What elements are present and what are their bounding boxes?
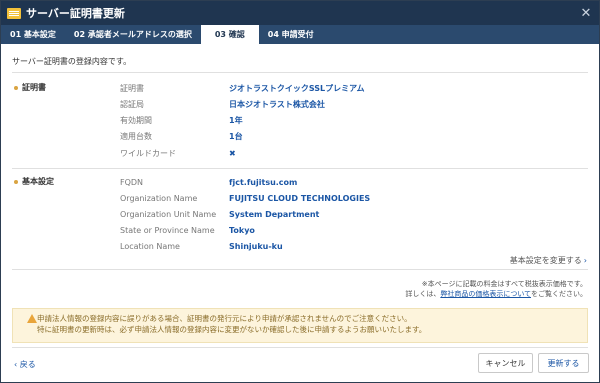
detail-value: FUJITSU CLOUD TECHNOLOGIES [229,193,371,203]
update-button[interactable]: 更新する [538,353,589,373]
warning-box: 申請法人情報の登録内容に誤りがある場合、証明書の発行元により申請が承認されません… [12,308,588,343]
cancel-button[interactable]: キャンセル [478,353,533,373]
chevron-right-icon: › [583,256,587,265]
detail-key: Organization Name [120,193,198,203]
detail-value: ジオトラストクイックSSLプレミアム [229,83,365,93]
detail-key: 認証局 [120,99,144,109]
detail-row-org-unit: Organization Unit Name System Department [120,208,319,220]
warning-line2: 特に証明書の更新時は、必ず申請法人情報の登録内容に変更がないか確認した後に申請す… [37,325,427,334]
price-note-line2: 詳しくは、弊社商品の価格表示についてをご覧ください。 [405,289,587,299]
change-basic-settings-link[interactable]: 基本設定を変更する › [510,255,587,266]
certificate-renewal-dialog: サーバー証明書更新 ✕ 01 基本設定 02 承認者メールアドレスの選択 03 … [0,0,600,383]
close-icon[interactable]: ✕ [579,6,593,21]
section-label-basic: 基本設定 [14,176,54,187]
detail-key: 有効期間 [120,115,152,125]
cross-icon: ✖ [229,148,236,158]
divider [12,269,588,270]
back-link[interactable]: ‹ 戻る [14,359,36,370]
warning-line1: 申請法人情報の登録内容に誤りがある場合、証明書の発行元により申請が承認されません… [37,314,412,323]
tab-application-received[interactable]: 04 申請受付 [259,25,323,44]
detail-value: System Department [229,209,320,219]
section-label-text: 基本設定 [22,177,54,186]
detail-row-org-name: Organization Name FUJITSU CLOUD TECHNOLO… [120,192,370,204]
detail-row-state: State or Province Name Tokyo [120,224,255,236]
certificate-icon [7,7,21,19]
change-link-label: 基本設定を変更する [509,256,582,265]
bullet-icon [14,179,18,184]
detail-row-wildcard: ワイルドカード ✖ [120,147,236,159]
detail-value: fjct.fujitsu.com [229,177,298,187]
divider [12,347,588,348]
warning-icon [27,314,37,323]
tab-basic-settings[interactable]: 01 基本設定 [1,25,65,44]
detail-value: Shinjuku-ku [229,241,283,251]
detail-row-validity: 有効期間 1年 [120,114,243,126]
detail-key: Organization Unit Name [120,209,217,219]
price-display-link[interactable]: 弊社商品の価格表示について [440,290,531,298]
price-note-suffix: をご覧ください。 [531,290,587,298]
detail-key: 証明書 [120,83,144,93]
detail-row-ca: 認証局 日本ジオトラスト株式会社 [120,98,325,110]
price-note: ※本ページに記載の料金はすべて税抜表示価格です。 詳しくは、弊社商品の価格表示に… [405,279,587,299]
detail-row-server-count: 適用台数 1台 [120,130,243,142]
section-label-certificate: 証明書 [14,82,46,93]
bullet-icon [14,85,18,90]
detail-value: 1台 [229,131,243,141]
tab-confirm[interactable]: 03 確認 [200,25,259,44]
detail-value: 日本ジオトラスト株式会社 [229,99,325,109]
price-note-prefix: 詳しくは、 [405,290,441,298]
step-tabs: 01 基本設定 02 承認者メールアドレスの選択 03 確認 04 申請受付 [1,25,599,44]
detail-key: 適用台数 [120,131,152,141]
dialog-title: サーバー証明書更新 [26,7,125,20]
detail-key: State or Province Name [120,225,215,235]
divider [12,72,588,73]
detail-value: 1年 [229,115,243,125]
title-bar: サーバー証明書更新 ✕ [1,1,599,25]
tab-approver-email[interactable]: 02 承認者メールアドレスの選択 [65,25,201,44]
detail-key: FQDN [120,177,144,187]
section-label-text: 証明書 [22,83,46,92]
detail-value: Tokyo [229,225,255,235]
price-note-line1: ※本ページに記載の料金はすべて税抜表示価格です。 [421,280,587,288]
detail-row-certificate: 証明書 ジオトラストクイックSSLプレミアム [120,82,365,94]
detail-key: Location Name [120,241,180,251]
lead-text: サーバー証明書の登録内容です。 [12,57,132,66]
detail-key: ワイルドカード [120,148,176,158]
divider [12,168,588,169]
detail-row-fqdn: FQDN fjct.fujitsu.com [120,176,297,188]
detail-row-location: Location Name Shinjuku-ku [120,240,283,252]
